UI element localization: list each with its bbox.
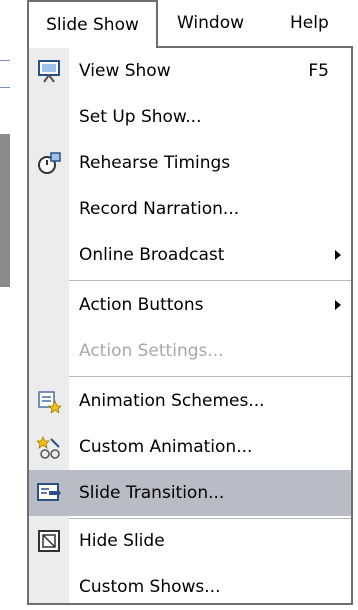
submenu-arrow-icon — [335, 250, 341, 260]
menu-item-label: Custom Animation... — [79, 437, 253, 457]
menu-item-label: Custom Shows... — [79, 577, 221, 597]
menu-bar: Slide Show Window Help — [10, 0, 358, 48]
menu-item-label: Online Broadcast — [79, 245, 225, 265]
menu-item-label: Set Up Show... — [79, 107, 202, 127]
animation-schemes-icon — [38, 391, 61, 413]
menu-item-label: Slide Transition... — [79, 483, 225, 503]
hide-slide-icon — [38, 530, 60, 552]
menu-item-record-narration[interactable]: Record Narration... — [29, 186, 351, 232]
menu-window[interactable]: Window — [165, 0, 256, 46]
slide-show-dropdown: View Show F5 Set Up Show... Rehearse Tim… — [27, 46, 353, 605]
menu-item-label: Action Buttons — [79, 295, 204, 315]
menu-slide-show[interactable]: Slide Show — [27, 0, 158, 48]
custom-animation-icon — [37, 436, 60, 459]
background-fragment — [0, 60, 10, 88]
menu-item-label: Rehearse Timings — [79, 153, 231, 173]
menu-item-hide-slide[interactable]: Hide Slide — [29, 518, 351, 564]
shortcut-label: F5 — [308, 61, 329, 81]
background-panel — [0, 134, 10, 287]
slide-transition-icon — [37, 483, 61, 501]
submenu-arrow-icon — [335, 300, 341, 310]
menu-separator — [69, 376, 351, 377]
menu-item-label: Record Narration... — [79, 199, 240, 219]
menu-item-set-up-show[interactable]: Set Up Show... — [29, 94, 351, 140]
menu-item-label: Animation Schemes... — [79, 391, 265, 411]
menu-item-online-broadcast[interactable]: Online Broadcast — [29, 232, 351, 278]
menu-help[interactable]: Help — [278, 0, 341, 46]
menu-item-label: Hide Slide — [79, 531, 165, 551]
menu-item-rehearse-timings[interactable]: Rehearse Timings — [29, 140, 351, 186]
menu-item-action-buttons[interactable]: Action Buttons — [29, 282, 351, 328]
menu-item-view-show[interactable]: View Show F5 — [29, 48, 351, 94]
menu-item-custom-animation[interactable]: Custom Animation... — [29, 424, 351, 470]
menu-item-slide-transition[interactable]: Slide Transition... — [29, 470, 351, 516]
menu-item-label: Action Settings... — [79, 341, 224, 361]
background-window — [0, 46, 10, 609]
menu-item-custom-shows[interactable]: Custom Shows... — [29, 564, 351, 610]
menu-item-animation-schemes[interactable]: Animation Schemes... — [29, 378, 351, 424]
menu-separator — [69, 280, 351, 281]
menu-item-action-settings: Action Settings... — [29, 328, 351, 374]
rehearse-timings-icon — [38, 152, 61, 174]
menu-item-label: View Show — [79, 61, 171, 81]
view-show-icon — [38, 60, 60, 83]
